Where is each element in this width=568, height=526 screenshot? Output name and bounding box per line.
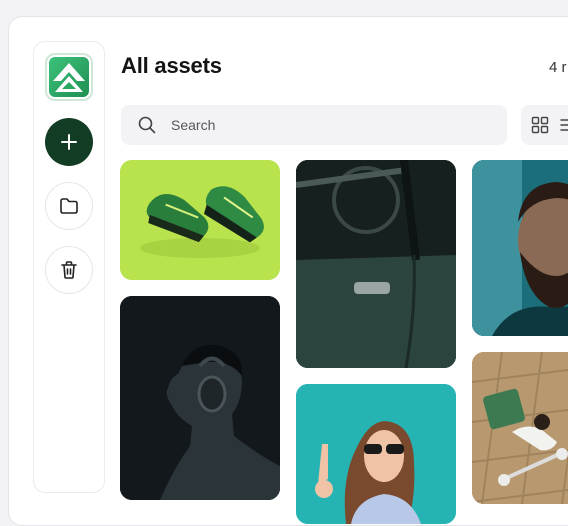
trash-button[interactable] — [45, 246, 93, 294]
asset-count: 4 r — [549, 59, 567, 76]
search-input[interactable]: Search — [171, 117, 215, 133]
asset-card-sunglasses[interactable] — [296, 384, 456, 524]
logo-icon — [49, 57, 89, 97]
folder-icon — [60, 198, 78, 214]
page-title: All assets — [121, 53, 222, 78]
sidebar — [33, 41, 105, 493]
grid-view-icon[interactable] — [531, 116, 549, 134]
asset-card-delivery[interactable] — [472, 352, 568, 504]
add-asset-button[interactable] — [45, 118, 93, 166]
app-window: All assets 4 r Search — [8, 16, 568, 526]
asset-card-headphones[interactable] — [120, 296, 280, 500]
asset-card-car[interactable] — [296, 160, 456, 368]
list-view-icon[interactable] — [559, 116, 568, 134]
asset-thumbnail — [120, 296, 280, 500]
asset-thumbnail — [120, 160, 280, 280]
asset-thumbnail — [296, 384, 456, 524]
folders-button[interactable] — [45, 182, 93, 230]
search-icon — [138, 116, 156, 134]
search-bar[interactable]: Search — [121, 105, 507, 145]
asset-thumbnail — [472, 352, 568, 504]
app-logo[interactable] — [45, 53, 93, 101]
view-toggle[interactable] — [521, 105, 568, 145]
plus-icon — [61, 134, 77, 150]
asset-thumbnail — [472, 160, 568, 336]
asset-thumbnail — [296, 160, 456, 368]
asset-card-shoes[interactable] — [120, 160, 280, 280]
trash-icon — [61, 261, 77, 279]
asset-card-portrait[interactable] — [472, 160, 568, 336]
